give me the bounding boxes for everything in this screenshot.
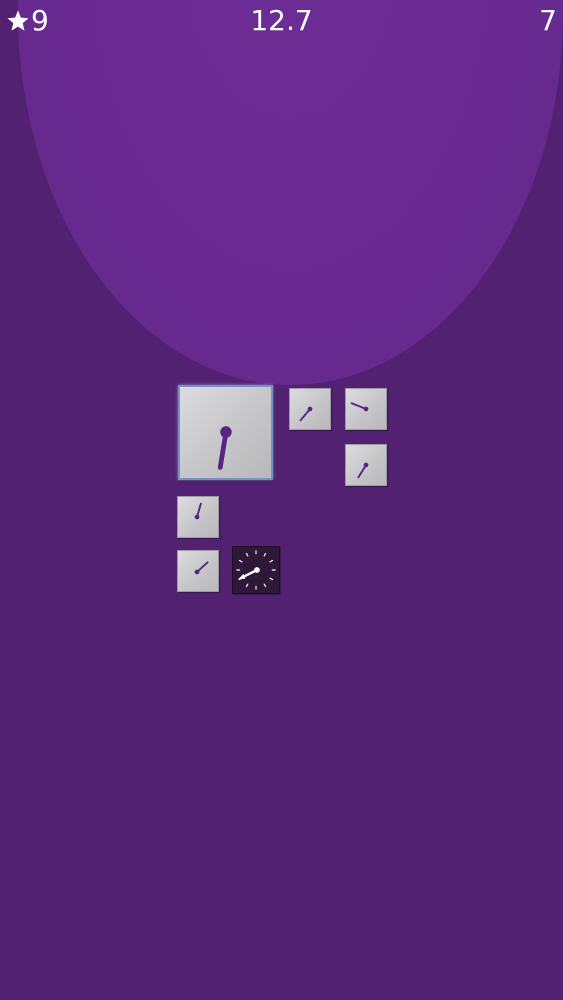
- background-spotlight: [18, 0, 563, 385]
- clock-tile[interactable]: [289, 388, 331, 430]
- clock-tile-large[interactable]: [178, 385, 273, 480]
- clock-hand-icon: [217, 426, 232, 470]
- clock-tile[interactable]: [177, 496, 219, 538]
- clock-hand-icon: [299, 406, 313, 422]
- level-number: 7: [539, 4, 557, 37]
- clock-tile[interactable]: [345, 388, 387, 430]
- clock-hand-icon: [194, 502, 202, 520]
- clock-tile-dark[interactable]: [232, 546, 280, 594]
- timer: 12.7: [250, 4, 313, 37]
- clock-tile[interactable]: [177, 550, 219, 592]
- clock-hand-icon: [350, 402, 369, 412]
- clock-face-icon: [236, 550, 276, 590]
- clock-tile[interactable]: [345, 444, 387, 486]
- clock-hand-icon: [357, 462, 369, 479]
- clock-hand-icon: [194, 561, 209, 575]
